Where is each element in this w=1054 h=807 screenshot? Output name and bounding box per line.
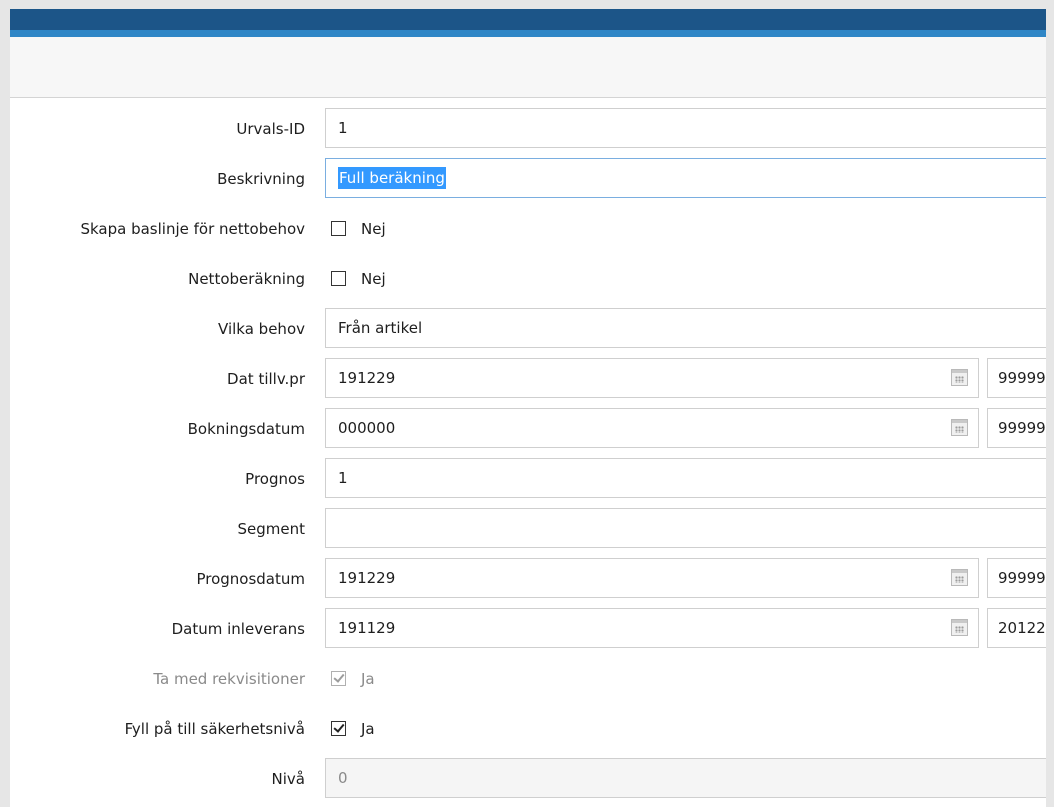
beskrivning-selected-text: Full beräkning (338, 167, 446, 189)
nettoberakning-checkbox[interactable] (331, 271, 346, 286)
prognos-input[interactable]: 1 (325, 458, 1046, 498)
prognos-label: Prognos (245, 470, 305, 488)
row-fyll-pa: Fyll på till säkerhetsnivå Ja (10, 708, 1046, 750)
vilka-behov-label: Vilka behov (218, 320, 305, 338)
urvals-id-label: Urvals-ID (236, 120, 305, 138)
ta-med-rekvisitioner-label: Ta med rekvisitioner (153, 670, 305, 688)
bokningsdatum-label: Bokningsdatum (187, 420, 305, 438)
row-prognos: Prognos 1 (10, 458, 1046, 500)
fyll-pa-label: Fyll på till säkerhetsnivå (124, 720, 305, 738)
ta-med-rekvisitioner-state: Ja (361, 670, 375, 688)
bokningsdatum-from-value: 000000 (338, 419, 396, 437)
skapa-baslinje-label: Skapa baslinje för nettobehov (80, 220, 305, 238)
calendar-icon[interactable] (951, 619, 968, 636)
row-urvals-id: Urvals-ID 1 (10, 108, 1046, 150)
bokningsdatum-to-input[interactable]: 99999 (987, 408, 1046, 448)
segment-input[interactable] (325, 508, 1046, 548)
row-prognosdatum: Prognosdatum 191229 99999 (10, 558, 1046, 600)
row-skapa-baslinje: Skapa baslinje för nettobehov Nej (10, 208, 1046, 250)
row-bokningsdatum: Bokningsdatum 000000 99999 (10, 408, 1046, 450)
datum-inleverans-from-input[interactable]: 191129 (325, 608, 979, 648)
segment-label: Segment (237, 520, 306, 538)
calendar-icon[interactable] (951, 419, 968, 436)
nettoberakning-state: Nej (361, 270, 386, 288)
datum-inleverans-label: Datum inleverans (171, 620, 305, 638)
row-segment: Segment (10, 508, 1046, 550)
beskrivning-label: Beskrivning (217, 170, 305, 188)
toolbar-area (10, 37, 1046, 98)
row-vilka-behov: Vilka behov Från artikel (10, 308, 1046, 350)
dat-tillv-pr-from-value: 191229 (338, 369, 396, 387)
datum-inleverans-to-input[interactable]: 20122 (987, 608, 1046, 648)
row-datum-inleverans: Datum inleverans 191129 20122 (10, 608, 1046, 650)
dat-tillv-pr-to-input[interactable]: 99999 (987, 358, 1046, 398)
urvals-id-input[interactable]: 1 (325, 108, 1046, 148)
niva-label: Nivå (271, 770, 305, 788)
skapa-baslinje-checkbox[interactable] (331, 221, 346, 236)
row-beskrivning: Beskrivning Full beräkning (10, 158, 1046, 200)
calendar-icon[interactable] (951, 569, 968, 586)
form-panel: Urvals-ID 1 Beskrivning Full beräkning S… (10, 9, 1046, 807)
prognosdatum-from-input[interactable]: 191229 (325, 558, 979, 598)
prognosdatum-from-value: 191229 (338, 569, 396, 587)
skapa-baslinje-state: Nej (361, 220, 386, 238)
ta-med-rekvisitioner-checkbox (331, 671, 346, 686)
dat-tillv-pr-from-input[interactable]: 191229 (325, 358, 979, 398)
datum-inleverans-from-value: 191129 (338, 619, 396, 637)
niva-input: 0 (325, 758, 1046, 798)
dat-tillv-pr-label: Dat tillv.pr (227, 370, 305, 388)
calendar-icon[interactable] (951, 369, 968, 386)
nettoberakning-label: Nettoberäkning (188, 270, 305, 288)
bokningsdatum-from-input[interactable]: 000000 (325, 408, 979, 448)
prognosdatum-label: Prognosdatum (196, 570, 305, 588)
fyll-pa-state: Ja (361, 720, 375, 738)
app-header-bar (10, 9, 1046, 30)
vilka-behov-select[interactable]: Från artikel (325, 308, 1046, 348)
header-accent-line (10, 30, 1046, 37)
beskrivning-input[interactable]: Full beräkning (325, 158, 1046, 198)
row-ta-med-rekvisitioner: Ta med rekvisitioner Ja (10, 658, 1046, 700)
row-niva: Nivå 0 (10, 758, 1046, 800)
row-nettoberakning: Nettoberäkning Nej (10, 258, 1046, 300)
fyll-pa-checkbox[interactable] (331, 721, 346, 736)
row-dat-tillv-pr: Dat tillv.pr 191229 99999 (10, 358, 1046, 400)
prognosdatum-to-input[interactable]: 99999 (987, 558, 1046, 598)
